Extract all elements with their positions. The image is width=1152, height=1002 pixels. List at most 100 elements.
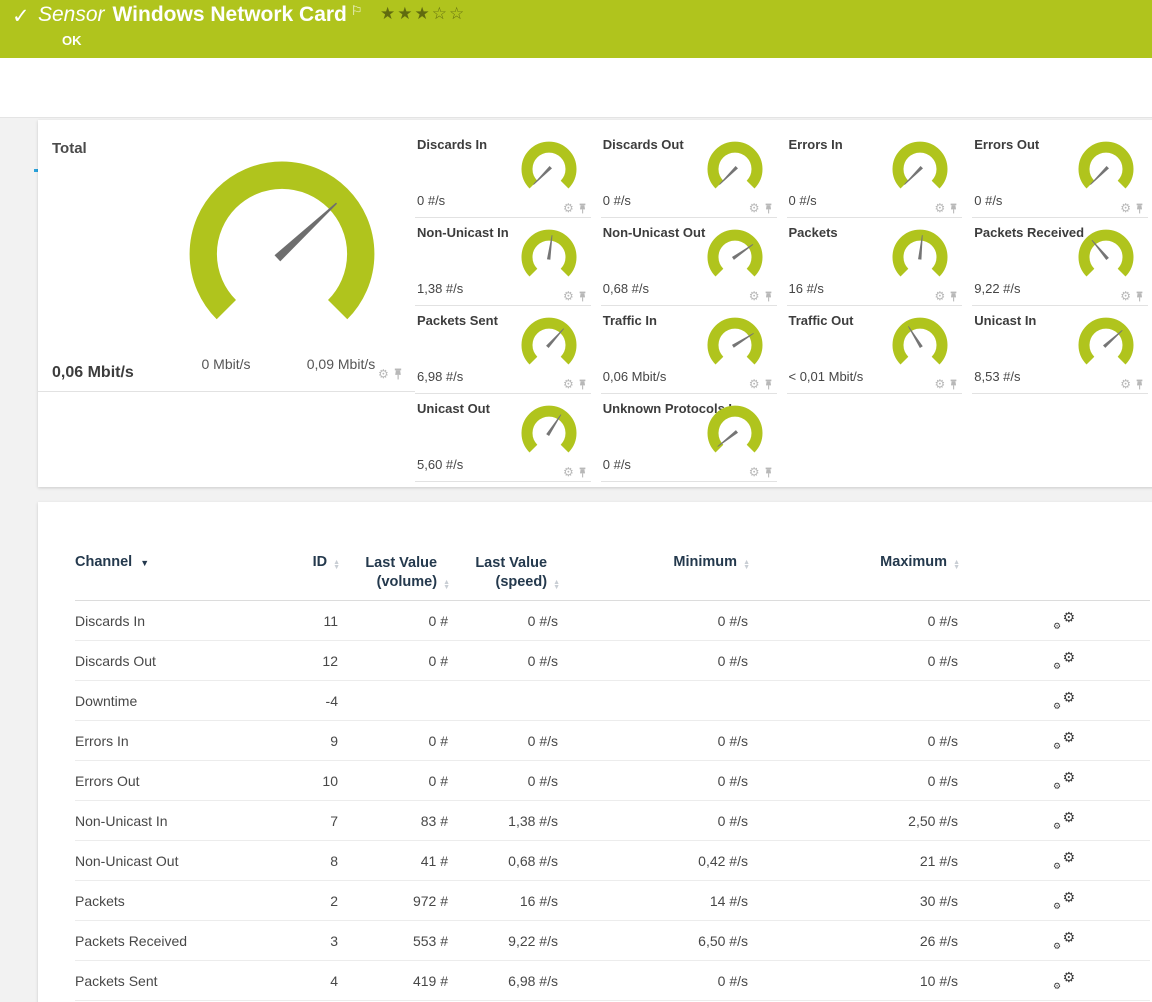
cell-last-value-speed: 1,38 #/s (450, 813, 560, 829)
gear-icon[interactable]: ⚙ (563, 290, 574, 302)
pin-icon[interactable] (764, 291, 773, 302)
mini-gauge-cell[interactable]: Discards In 0 #/s ⚙ (415, 130, 591, 218)
star-icon[interactable]: ★ (380, 4, 397, 23)
pin-icon[interactable] (393, 368, 403, 380)
column-header-id[interactable]: ID▲▼ (290, 554, 340, 592)
channel-settings-icon[interactable]: ⚙⚙ (1053, 851, 1075, 871)
cell-maximum: 30 #/s (750, 893, 960, 909)
sort-desc-icon: ▼ (140, 558, 149, 568)
table-row[interactable]: Non-Unicast In 7 83 # 1,38 #/s 0 #/s 2,5… (75, 801, 1150, 841)
gear-icon[interactable]: ⚙ (1120, 378, 1131, 390)
channel-settings-icon[interactable]: ⚙⚙ (1053, 691, 1075, 711)
mini-gauge-value: 1,38 #/s (417, 281, 463, 296)
pin-icon[interactable] (764, 379, 773, 390)
mini-gauge-label: Unicast Out (417, 401, 490, 416)
sensor-name: Windows Network Card (113, 3, 347, 26)
channel-settings-icon[interactable]: ⚙⚙ (1053, 651, 1075, 671)
channel-table-panel: Channel▼ ID▲▼ Last Value (volume)▲▼ Last… (38, 502, 1152, 1002)
mini-gauge-value: 16 #/s (789, 281, 824, 296)
gear-icon[interactable]: ⚙ (563, 202, 574, 214)
pin-icon[interactable] (949, 291, 958, 302)
table-row[interactable]: Errors Out 10 0 # 0 #/s 0 #/s 0 #/s ⚙⚙ (75, 761, 1150, 801)
pin-icon[interactable] (578, 379, 587, 390)
gear-icon[interactable]: ⚙ (749, 290, 760, 302)
mini-gauge-cell[interactable]: Traffic Out < 0,01 Mbit/s ⚙ (787, 306, 963, 394)
table-row[interactable]: Downtime -4 ⚙⚙ (75, 681, 1150, 721)
table-row[interactable]: Discards Out 12 0 # 0 #/s 0 #/s 0 #/s ⚙⚙ (75, 641, 1150, 681)
star-icon[interactable]: ★ (415, 4, 432, 23)
gauge-tools: ⚙ (563, 290, 587, 302)
gear-icon[interactable]: ⚙ (749, 202, 760, 214)
pin-icon[interactable] (578, 203, 587, 214)
gear-icon[interactable]: ⚙ (563, 466, 574, 478)
cell-last-value-volume: 0 # (340, 773, 450, 789)
pin-icon[interactable] (1135, 379, 1144, 390)
table-row[interactable]: Errors In 9 0 # 0 #/s 0 #/s 0 #/s ⚙⚙ (75, 721, 1150, 761)
table-row[interactable]: Packets Sent 4 419 # 6,98 #/s 0 #/s 10 #… (75, 961, 1150, 1001)
mini-gauge-cell[interactable]: Packets Sent 6,98 #/s ⚙ (415, 306, 591, 394)
gear-icon[interactable]: ⚙ (934, 290, 945, 302)
mini-gauge-cell[interactable]: Errors In 0 #/s ⚙ (787, 130, 963, 218)
pin-icon[interactable] (578, 291, 587, 302)
gear-icon[interactable]: ⚙ (378, 368, 389, 380)
pin-icon[interactable] (764, 467, 773, 478)
channel-settings-icon[interactable]: ⚙⚙ (1053, 971, 1075, 991)
cell-id: 7 (290, 813, 340, 829)
channel-settings-icon[interactable]: ⚙⚙ (1053, 931, 1075, 951)
pin-icon[interactable] (1135, 203, 1144, 214)
star-icon[interactable]: ★ (397, 4, 414, 23)
cell-last-value-speed: 9,22 #/s (450, 933, 560, 949)
gear-icon[interactable]: ⚙ (1120, 290, 1131, 302)
pin-icon[interactable] (949, 203, 958, 214)
channel-settings-icon[interactable]: ⚙⚙ (1053, 731, 1075, 751)
gear-icon[interactable]: ⚙ (1120, 202, 1131, 214)
gear-icon[interactable]: ⚙ (934, 378, 945, 390)
cell-maximum: 0 #/s (750, 733, 960, 749)
mini-gauge-cell[interactable]: Packets 16 #/s ⚙ (787, 218, 963, 306)
mini-gauge-cell[interactable]: Errors Out 0 #/s ⚙ (972, 130, 1148, 218)
gauge-tools: ⚙ (563, 378, 587, 390)
mini-gauge-cell[interactable]: Traffic In 0,06 Mbit/s ⚙ (601, 306, 777, 394)
cell-last-value-volume: 972 # (340, 893, 450, 909)
column-header-minimum[interactable]: Minimum▲▼ (560, 554, 750, 592)
pin-icon[interactable] (578, 467, 587, 478)
cell-id: -4 (290, 693, 340, 709)
gauge-tools: ⚙ (934, 202, 958, 214)
cell-minimum: 0,42 #/s (560, 853, 750, 869)
gear-icon[interactable]: ⚙ (749, 466, 760, 478)
mini-gauge-cell[interactable]: Non-Unicast In 1,38 #/s ⚙ (415, 218, 591, 306)
star-icon[interactable]: ☆ (432, 4, 449, 23)
column-header-maximum[interactable]: Maximum▲▼ (750, 554, 960, 592)
pin-icon[interactable] (1135, 291, 1144, 302)
mini-gauge-cell[interactable]: Unicast Out 5,60 #/s ⚙ (415, 394, 591, 482)
table-row[interactable]: Discards In 11 0 # 0 #/s 0 #/s 0 #/s ⚙⚙ (75, 601, 1150, 641)
mini-gauge-cell[interactable]: Discards Out 0 #/s ⚙ (601, 130, 777, 218)
pin-icon[interactable] (949, 379, 958, 390)
column-header-channel[interactable]: Channel▼ (75, 554, 290, 592)
channel-settings-icon[interactable]: ⚙⚙ (1053, 811, 1075, 831)
flag-icon[interactable]: ⚐ (351, 3, 363, 18)
column-header-last-value-volume[interactable]: Last Value (volume)▲▼ (340, 554, 450, 592)
mini-gauge-cell[interactable]: Unknown Protocols In 0 #/s ⚙ (601, 394, 777, 482)
table-row[interactable]: Packets Received 3 553 # 9,22 #/s 6,50 #… (75, 921, 1150, 961)
mini-gauge-value: 0,68 #/s (603, 281, 649, 296)
mini-gauge-cell[interactable]: Packets Received 9,22 #/s ⚙ (972, 218, 1148, 306)
gear-icon[interactable]: ⚙ (934, 202, 945, 214)
cell-channel: Non-Unicast In (75, 813, 290, 829)
channel-settings-icon[interactable]: ⚙⚙ (1053, 771, 1075, 791)
gear-icon[interactable]: ⚙ (749, 378, 760, 390)
mini-gauge-cell[interactable]: Non-Unicast Out 0,68 #/s ⚙ (601, 218, 777, 306)
column-header-last-value-speed[interactable]: Last Value (speed)▲▼ (450, 554, 560, 592)
mini-gauge (517, 228, 581, 288)
table-row[interactable]: Non-Unicast Out 8 41 # 0,68 #/s 0,42 #/s… (75, 841, 1150, 881)
channel-settings-icon[interactable]: ⚙⚙ (1053, 611, 1075, 631)
star-icon[interactable]: ☆ (449, 4, 466, 23)
gear-icon[interactable]: ⚙ (563, 378, 574, 390)
gauge-tools: ⚙ (749, 202, 773, 214)
mini-gauge-cell[interactable]: Unicast In 8,53 #/s ⚙ (972, 306, 1148, 394)
channel-settings-icon[interactable]: ⚙⚙ (1053, 891, 1075, 911)
total-gauge-cell[interactable]: Total 0 Mbit/s 0,09 Mbit/s 0,06 Mbit/s ⚙ (38, 120, 415, 392)
cell-channel: Discards Out (75, 653, 290, 669)
pin-icon[interactable] (764, 203, 773, 214)
table-row[interactable]: Packets 2 972 # 16 #/s 14 #/s 30 #/s ⚙⚙ (75, 881, 1150, 921)
